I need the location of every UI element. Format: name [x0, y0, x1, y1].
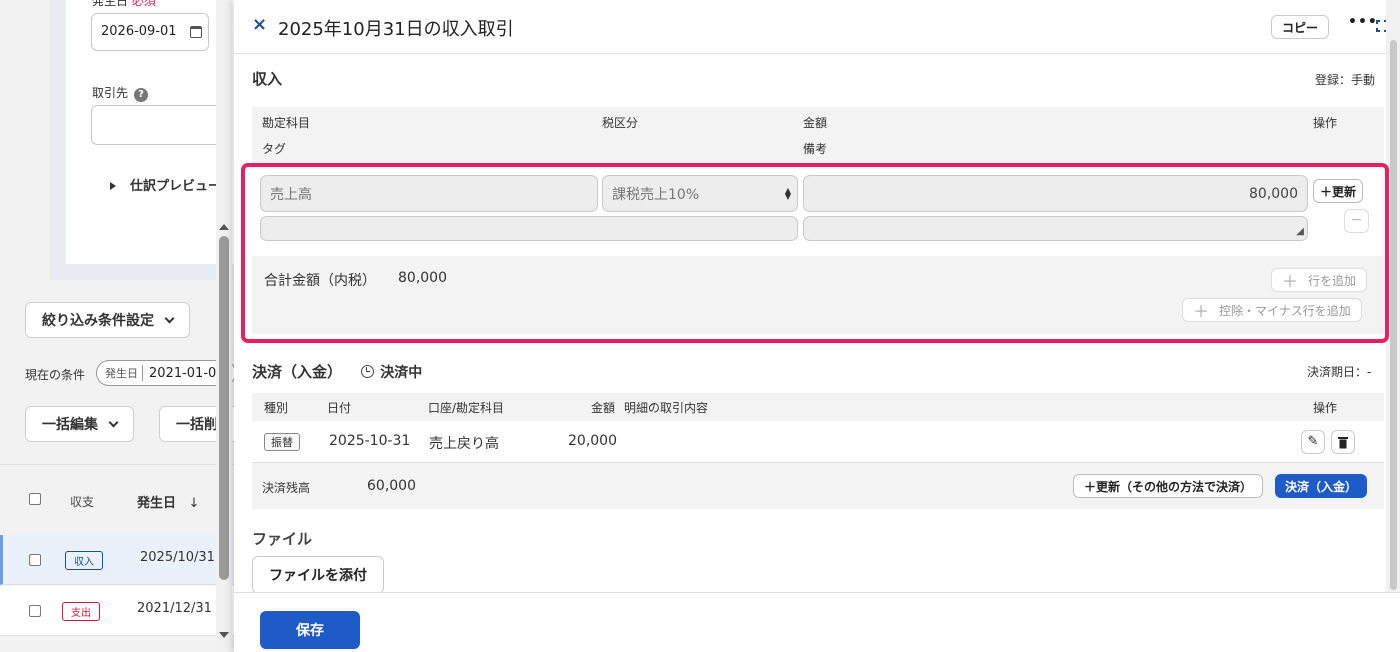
filter-settings-button[interactable]: 絞り込み条件設定	[25, 302, 190, 338]
header-account: 口座/勘定科目	[428, 401, 505, 415]
balance-value: 60,000	[367, 478, 416, 494]
row-date: 2025/10/31	[140, 550, 215, 565]
drawer-header: × 2025年10月31日の収入取引 コピー •••	[234, 0, 1388, 54]
file-section-title: ファイル	[252, 530, 313, 548]
date-label: 発生日 必須	[92, 0, 156, 9]
registration-type: 登録：手動	[1315, 73, 1376, 87]
row-checkbox[interactable]	[29, 554, 41, 566]
expense-badge: 支出	[62, 602, 100, 621]
drawer-footer: 保存	[234, 592, 1400, 652]
date-input[interactable]: 2026-09-01	[91, 13, 209, 51]
payment-date: 2025-10-31	[329, 433, 411, 449]
header-amount: 金額	[591, 401, 616, 415]
caret-right-icon	[110, 182, 116, 190]
sort-down-icon[interactable]: ↓	[189, 496, 200, 511]
header-date: 日付	[327, 401, 352, 415]
condition-chip[interactable]: 発生日 2021-01-01	[96, 360, 234, 386]
settle-button[interactable]: 決済（入金）	[1275, 474, 1368, 498]
header-account: 勘定科目	[262, 116, 311, 130]
save-button[interactable]: 保存	[260, 611, 360, 649]
partner-input[interactable]	[91, 105, 221, 145]
header-amount: 金額	[803, 116, 828, 130]
payment-account: 売上戻り高	[429, 436, 499, 452]
balance-label: 決済残高	[262, 481, 311, 495]
chevron-down-icon	[108, 417, 119, 427]
update-other-payment-button[interactable]: ＋更新（その他の方法で決済）	[1073, 474, 1264, 498]
payment-status: 決済中	[380, 365, 423, 381]
attach-file-button[interactable]: ファイルを添付	[252, 556, 384, 594]
help-icon[interactable]: ?	[134, 88, 149, 102]
income-section-title: 収入	[252, 70, 283, 88]
payment-table-header	[252, 393, 1384, 421]
trash-icon[interactable]	[1331, 430, 1355, 454]
partner-label: 取引先?	[92, 84, 149, 102]
edit-icon[interactable]: ✎	[1301, 430, 1325, 454]
table-row[interactable]: 支出 2021/12/31	[0, 586, 234, 636]
column-date[interactable]: 発生日 ↓	[137, 492, 199, 511]
scroll-down-icon[interactable]	[219, 632, 229, 638]
row-checkbox[interactable]	[29, 605, 41, 617]
payment-row	[252, 421, 1384, 463]
drawer-scroll-thumb[interactable]	[1390, 40, 1397, 590]
select-all-checkbox[interactable]	[29, 493, 41, 505]
journal-preview-toggle[interactable]: 仕訳プレビュー	[110, 175, 221, 194]
transaction-list-panel: 発生日 必須 2026-09-01 取引先? 仕訳プレビュー 絞り込み条件設定 現…	[0, 0, 234, 652]
copy-button[interactable]: コピー	[1271, 15, 1330, 39]
scroll-up-icon[interactable]	[219, 224, 229, 230]
close-icon[interactable]: ×	[252, 14, 267, 35]
transaction-drawer: × 2025年10月31日の収入取引 コピー ••• 収入 登録：手動 勘定科目…	[234, 0, 1400, 652]
header-action: 操作	[1313, 401, 1338, 415]
current-condition-label: 現在の条件	[25, 368, 86, 382]
column-kind: 収支	[70, 495, 95, 509]
list-scroll-thumb[interactable]	[219, 236, 229, 580]
required-badge: 必須	[132, 0, 157, 8]
clock-icon	[361, 365, 375, 378]
income-badge: 収入	[65, 551, 103, 570]
header-tag: タグ	[262, 142, 287, 156]
header-memo: 備考	[803, 142, 828, 156]
header-action: 操作	[1313, 116, 1338, 130]
more-icon[interactable]: •••	[1348, 14, 1378, 30]
payment-section-title: 決済（入金） 決済中	[252, 363, 423, 381]
drawer-title: 2025年10月31日の収入取引	[278, 19, 514, 40]
chevron-down-icon	[164, 313, 175, 323]
header-tax: 税区分	[602, 116, 639, 130]
payment-amount: 20,000	[568, 433, 617, 449]
header-detail: 明細の取引内容	[624, 401, 709, 415]
payment-due: 決済期日：-	[1307, 365, 1372, 379]
row-date: 2021/12/31	[137, 601, 212, 616]
table-row[interactable]: 収入 2025/10/31	[0, 535, 234, 585]
payment-kind-badge: 振替	[264, 433, 300, 451]
calendar-icon[interactable]	[190, 26, 202, 38]
header-kind: 種別	[264, 401, 289, 415]
highlight-frame	[241, 163, 1389, 343]
bulk-edit-button[interactable]: 一括編集	[25, 406, 134, 442]
